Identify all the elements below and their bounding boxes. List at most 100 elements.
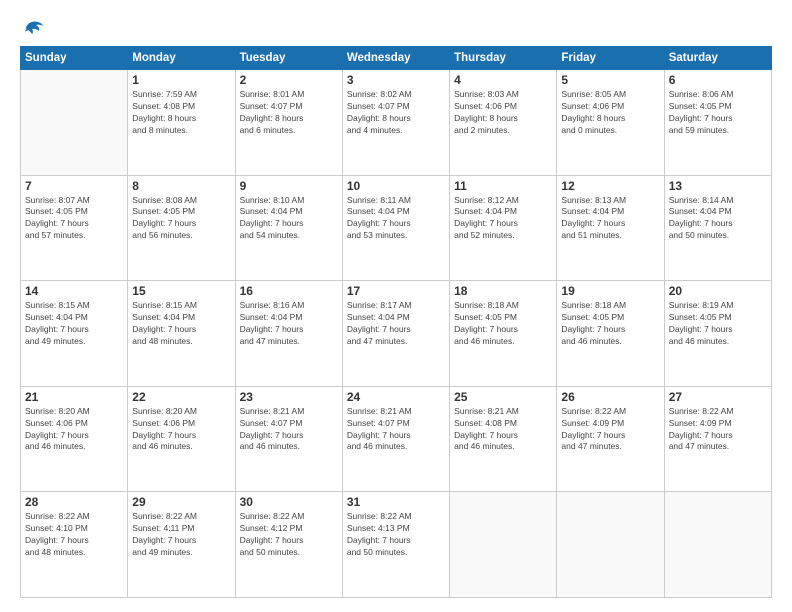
calendar-cell: 1Sunrise: 7:59 AM Sunset: 4:08 PM Daylig… [128,70,235,176]
day-info: Sunrise: 8:03 AM Sunset: 4:06 PM Dayligh… [454,89,552,137]
day-info: Sunrise: 8:15 AM Sunset: 4:04 PM Dayligh… [25,300,123,348]
calendar-cell: 18Sunrise: 8:18 AM Sunset: 4:05 PM Dayli… [450,281,557,387]
day-number: 6 [669,73,767,87]
calendar-header-tuesday: Tuesday [235,47,342,70]
calendar-cell: 16 Sunrise: 8:16 AM Sunset: 4:04 PM Dayli… [235,281,342,387]
day-info: Sunrise: 8:22 AM Sunset: 4:10 PM Dayligh… [25,511,123,559]
calendar-cell [557,492,664,598]
day-number: 21 [25,390,123,404]
day-info: Sunrise: 8:19 AM Sunset: 4:05 PM Dayligh… [669,300,767,348]
calendar-cell: 24 Sunrise: 8:21 AM Sunset: 4:07 PM Dayli… [342,386,449,492]
calendar-header-row: SundayMondayTuesdayWednesdayThursdayFrid… [21,47,772,70]
day-info: Sunrise: 8:14 AM Sunset: 4:04 PM Dayligh… [669,195,767,243]
calendar-week-4: 21 Sunrise: 8:20 AM Sunset: 4:06 PM Dayli… [21,386,772,492]
day-number: 16 [240,284,338,298]
calendar-cell: 25 Sunrise: 8:21 AM Sunset: 4:08 PM Dayli… [450,386,557,492]
page: SundayMondayTuesdayWednesdayThursdayFrid… [0,0,792,612]
day-info: Sunrise: 8:11 AM Sunset: 4:04 PM Dayligh… [347,195,445,243]
calendar-cell: 30Sunrise: 8:22 AM Sunset: 4:12 PM Dayli… [235,492,342,598]
day-number: 2 [240,73,338,87]
day-info: Sunrise: 8:21 AM Sunset: 4:07 PM Dayligh… [240,406,338,454]
calendar-header-sunday: Sunday [21,47,128,70]
day-info: Sunrise: 8:15 AM Sunset: 4:04 PM Dayligh… [132,300,230,348]
calendar-week-2: 7 Sunrise: 8:07 AM Sunset: 4:05 PM Daylig… [21,175,772,281]
calendar-table: SundayMondayTuesdayWednesdayThursdayFrid… [20,46,772,598]
calendar-cell: 6 Sunrise: 8:06 AM Sunset: 4:05 PM Daylig… [664,70,771,176]
calendar-cell: 5 Sunrise: 8:05 AM Sunset: 4:06 PM Daylig… [557,70,664,176]
calendar-cell: 12 Sunrise: 8:13 AM Sunset: 4:04 PM Dayli… [557,175,664,281]
calendar-header-friday: Friday [557,47,664,70]
calendar-header-thursday: Thursday [450,47,557,70]
day-number: 15 [132,284,230,298]
day-number: 14 [25,284,123,298]
logo-bird-icon [22,18,44,36]
calendar-cell: 28Sunrise: 8:22 AM Sunset: 4:10 PM Dayli… [21,492,128,598]
calendar-cell: 10Sunrise: 8:11 AM Sunset: 4:04 PM Dayli… [342,175,449,281]
day-info: Sunrise: 8:22 AM Sunset: 4:09 PM Dayligh… [561,406,659,454]
calendar-cell: 14 Sunrise: 8:15 AM Sunset: 4:04 PM Dayli… [21,281,128,387]
day-info: Sunrise: 8:02 AM Sunset: 4:07 PM Dayligh… [347,89,445,137]
day-info: Sunrise: 8:21 AM Sunset: 4:08 PM Dayligh… [454,406,552,454]
calendar-cell: 9 Sunrise: 8:10 AM Sunset: 4:04 PM Daylig… [235,175,342,281]
day-info: Sunrise: 8:05 AM Sunset: 4:06 PM Dayligh… [561,89,659,137]
calendar-cell [21,70,128,176]
day-info: Sunrise: 8:16 AM Sunset: 4:04 PM Dayligh… [240,300,338,348]
calendar-cell: 13 Sunrise: 8:14 AM Sunset: 4:04 PM Dayli… [664,175,771,281]
day-number: 19 [561,284,659,298]
calendar-cell: 7 Sunrise: 8:07 AM Sunset: 4:05 PM Daylig… [21,175,128,281]
day-number: 4 [454,73,552,87]
calendar-cell [664,492,771,598]
calendar-cell: 26 Sunrise: 8:22 AM Sunset: 4:09 PM Dayli… [557,386,664,492]
day-info: Sunrise: 8:22 AM Sunset: 4:09 PM Dayligh… [669,406,767,454]
calendar-cell: 11 Sunrise: 8:12 AM Sunset: 4:04 PM Dayli… [450,175,557,281]
calendar-cell: 8 Sunrise: 8:08 AM Sunset: 4:05 PM Daylig… [128,175,235,281]
calendar-header-monday: Monday [128,47,235,70]
day-number: 24 [347,390,445,404]
calendar-week-3: 14 Sunrise: 8:15 AM Sunset: 4:04 PM Dayli… [21,281,772,387]
day-number: 26 [561,390,659,404]
calendar-cell: 22Sunrise: 8:20 AM Sunset: 4:06 PM Dayli… [128,386,235,492]
day-info: Sunrise: 8:17 AM Sunset: 4:04 PM Dayligh… [347,300,445,348]
day-info: Sunrise: 8:10 AM Sunset: 4:04 PM Dayligh… [240,195,338,243]
calendar-header-saturday: Saturday [664,47,771,70]
day-number: 20 [669,284,767,298]
day-info: Sunrise: 8:22 AM Sunset: 4:13 PM Dayligh… [347,511,445,559]
day-number: 27 [669,390,767,404]
day-number: 17 [347,284,445,298]
day-number: 5 [561,73,659,87]
calendar-cell: 4 Sunrise: 8:03 AM Sunset: 4:06 PM Daylig… [450,70,557,176]
day-number: 25 [454,390,552,404]
calendar-cell: 31 Sunrise: 8:22 AM Sunset: 4:13 PM Dayli… [342,492,449,598]
day-info: Sunrise: 8:06 AM Sunset: 4:05 PM Dayligh… [669,89,767,137]
day-number: 3 [347,73,445,87]
calendar-week-5: 28Sunrise: 8:22 AM Sunset: 4:10 PM Dayli… [21,492,772,598]
calendar-cell: 20 Sunrise: 8:19 AM Sunset: 4:05 PM Dayli… [664,281,771,387]
day-number: 8 [132,179,230,193]
calendar-cell: 29Sunrise: 8:22 AM Sunset: 4:11 PM Dayli… [128,492,235,598]
day-info: Sunrise: 8:01 AM Sunset: 4:07 PM Dayligh… [240,89,338,137]
header [20,18,772,36]
day-number: 9 [240,179,338,193]
day-number: 30 [240,495,338,509]
day-number: 11 [454,179,552,193]
day-info: Sunrise: 8:13 AM Sunset: 4:04 PM Dayligh… [561,195,659,243]
day-info: Sunrise: 8:22 AM Sunset: 4:11 PM Dayligh… [132,511,230,559]
day-info: Sunrise: 8:18 AM Sunset: 4:05 PM Dayligh… [561,300,659,348]
day-number: 12 [561,179,659,193]
day-number: 13 [669,179,767,193]
calendar-cell: 2 Sunrise: 8:01 AM Sunset: 4:07 PM Daylig… [235,70,342,176]
day-info: Sunrise: 8:20 AM Sunset: 4:06 PM Dayligh… [25,406,123,454]
day-info: Sunrise: 8:07 AM Sunset: 4:05 PM Dayligh… [25,195,123,243]
calendar-header-wednesday: Wednesday [342,47,449,70]
calendar-cell: 19 Sunrise: 8:18 AM Sunset: 4:05 PM Dayli… [557,281,664,387]
day-info: Sunrise: 8:21 AM Sunset: 4:07 PM Dayligh… [347,406,445,454]
day-number: 7 [25,179,123,193]
day-info: Sunrise: 8:12 AM Sunset: 4:04 PM Dayligh… [454,195,552,243]
calendar-cell: 3 Sunrise: 8:02 AM Sunset: 4:07 PM Daylig… [342,70,449,176]
day-number: 31 [347,495,445,509]
day-number: 18 [454,284,552,298]
day-info: Sunrise: 8:08 AM Sunset: 4:05 PM Dayligh… [132,195,230,243]
calendar-body: 1Sunrise: 7:59 AM Sunset: 4:08 PM Daylig… [21,70,772,598]
day-number: 23 [240,390,338,404]
calendar-cell: 15 Sunrise: 8:15 AM Sunset: 4:04 PM Dayli… [128,281,235,387]
